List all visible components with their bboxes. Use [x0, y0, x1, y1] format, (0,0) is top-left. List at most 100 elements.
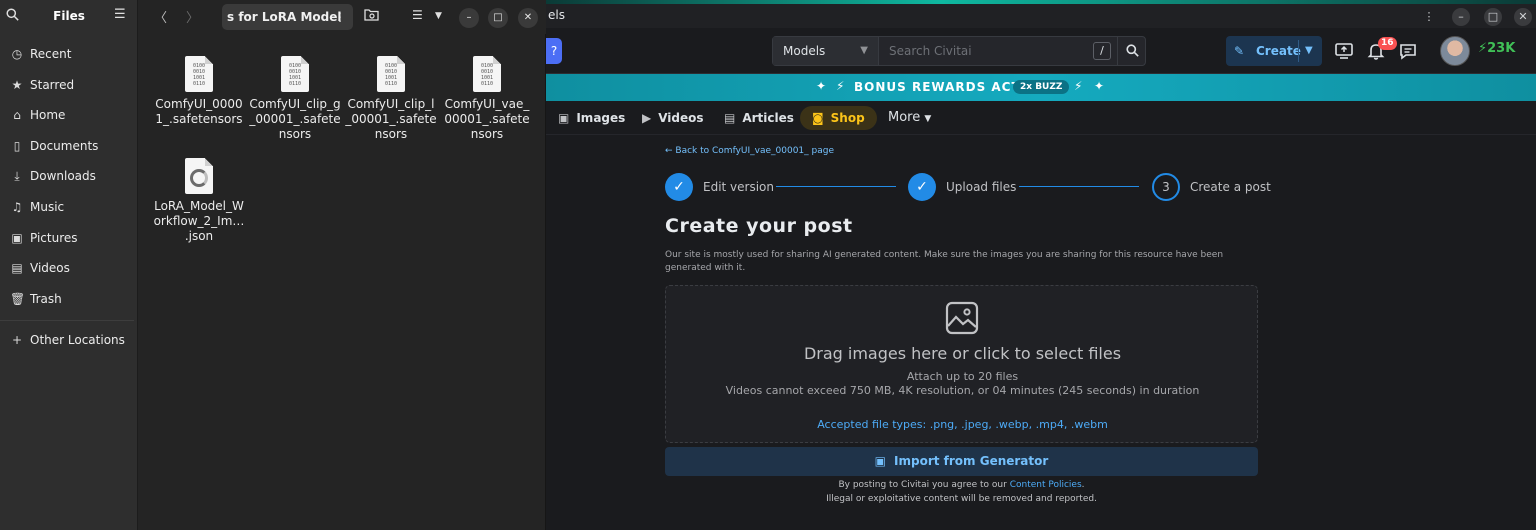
current-folder-name: s for LoRA Model: [227, 10, 342, 24]
sidebar-item-recent[interactable]: ◷ Recent: [0, 41, 138, 67]
music-icon: ♫: [11, 200, 23, 214]
content-policies-link[interactable]: Content Policies: [1010, 480, 1082, 490]
bonus-rewards-banner[interactable]: ✦ ⚡ BONUS REWARDS ACTIVE 2x BUZZ ⚡ ✦: [546, 74, 1536, 101]
sidebar-item-label: Other Locations: [30, 333, 125, 347]
import-from-generator-button[interactable]: ▣ Import from Generator: [665, 447, 1258, 476]
files-sidebar: Files ☰ ◷ Recent ★ Starred ⌂ Home ▯ Document…: [0, 0, 138, 530]
folder-menu-icon[interactable]: ⋮: [334, 4, 346, 30]
kebab-menu-icon[interactable]: ⋮: [1420, 8, 1438, 26]
sidebar-item-documents[interactable]: ▯ Documents: [0, 133, 138, 159]
sidebar-item-pictures[interactable]: ▣ Pictures: [0, 225, 138, 251]
plus-icon: +: [11, 333, 23, 347]
path-bar[interactable]: s for LoRA Model ⋮: [222, 4, 353, 30]
desktop: els ⋮ – □ ✕ ? Models ▼ / ✎ Create: [0, 0, 1536, 530]
sidebar-divider: [0, 320, 134, 321]
minimize-icon[interactable]: –: [1452, 8, 1470, 26]
browser-titlebar[interactable]: els ⋮ – □ ✕: [546, 4, 1536, 28]
sidebar-item-label: Music: [30, 200, 65, 214]
picture-icon: ▣: [11, 231, 23, 245]
sparkle-icon: ✦: [816, 79, 827, 93]
photo-upload-icon: [945, 301, 979, 335]
new-folder-icon[interactable]: [364, 8, 379, 24]
files-headerbar: 〈 〉 s for LoRA Model ⋮ ☰ ▼ – □ ✕: [138, 0, 546, 34]
sparkle-icon: ✦: [1094, 79, 1105, 93]
main-navigation: ▣ Images ▶ Videos ▤ Articles ◙ Shop More ▼: [546, 101, 1536, 135]
search-type-select[interactable]: Models ▼: [773, 37, 879, 65]
binary-file-icon: 0100 0010 1001 0110: [377, 56, 405, 92]
file-name: ComfyUI_clip_g_00001_.safetensors: [249, 97, 341, 141]
shopping-bag-icon: ◙: [812, 111, 824, 125]
back-to-model-link[interactable]: ← Back to ComfyUI_vae_00001_ page: [665, 146, 834, 156]
create-post-page: ← Back to ComfyUI_vae_00001_ page ✓ Edit…: [546, 136, 1536, 530]
search-type-label: Models: [783, 44, 826, 58]
chat-icon[interactable]: [1398, 41, 1418, 61]
sidebar-item-label: Documents: [30, 139, 99, 153]
binary-file-icon: 0100 0010 1001 0110: [473, 56, 501, 92]
browser-window: els ⋮ – □ ✕ ? Models ▼ / ✎ Create: [546, 0, 1536, 530]
file-name: ComfyUI_vae_00001_.safetensors: [444, 97, 530, 141]
step-number: 3: [1152, 173, 1180, 201]
step-connector: [776, 186, 896, 187]
search-bar: Models ▼ /: [772, 36, 1146, 66]
step-connector: [1019, 186, 1139, 187]
civitai-header: ? Models ▼ / ✎ Create ▼: [546, 28, 1536, 74]
sidebar-item-label: Recent: [30, 47, 72, 61]
buzz-multiplier-badge: 2x BUZZ: [1013, 80, 1070, 94]
user-avatar[interactable]: [1440, 36, 1470, 66]
terms-suffix: .: [1081, 480, 1085, 490]
article-icon: ▤: [724, 111, 736, 125]
view-options-chevron-icon[interactable]: ▼: [435, 11, 442, 21]
nav-videos[interactable]: ▶ Videos: [642, 101, 704, 135]
file-name: LoRA_Model_Workflow_2_Im… .json: [153, 199, 245, 243]
nav-more-label: More: [888, 110, 921, 125]
buzz-balance[interactable]: ⚡23K: [1478, 41, 1515, 56]
sidebar-item-label: Videos: [30, 261, 70, 275]
close-icon[interactable]: ✕: [1514, 8, 1532, 26]
sidebar-item-label: Home: [30, 108, 66, 122]
maximize-icon[interactable]: □: [488, 8, 508, 28]
search-shortcut-hint: /: [1093, 42, 1111, 60]
sidebar-item-trash[interactable]: 🗑 Trash: [0, 286, 138, 312]
nav-shop[interactable]: ◙ Shop: [800, 106, 877, 130]
sidebar-item-starred[interactable]: ★ Starred: [0, 72, 138, 98]
close-icon[interactable]: ✕: [518, 8, 538, 28]
sidebar-item-downloads[interactable]: ⤓ Downloads: [0, 163, 138, 189]
nav-articles-label: Articles: [742, 111, 794, 125]
minimize-icon[interactable]: –: [459, 8, 479, 28]
post-description: Our site is mostly used for sharing AI g…: [665, 250, 1224, 273]
nav-more[interactable]: More ▼: [888, 101, 931, 135]
terms-notice: By posting to Civitai you agree to our C…: [665, 480, 1258, 490]
check-icon: ✓: [908, 173, 936, 201]
image-icon: ▣: [874, 454, 887, 468]
forward-arrow-icon[interactable]: 〉: [186, 7, 199, 26]
lightning-icon: ⚡: [1478, 41, 1488, 56]
step-label: Edit version: [703, 180, 775, 194]
create-dropdown-chevron[interactable]: ▼: [1298, 40, 1313, 62]
sidebar-item-music[interactable]: ♫ Music: [0, 194, 138, 220]
nav-images[interactable]: ▣ Images: [558, 101, 625, 135]
maximize-icon[interactable]: □: [1484, 8, 1502, 26]
browser-window-title: els: [548, 8, 565, 22]
notification-count-badge: 16: [1378, 37, 1397, 50]
nav-articles[interactable]: ▤ Articles: [724, 101, 794, 135]
create-button[interactable]: ✎ Create ▼: [1226, 36, 1322, 66]
json-file-icon: [185, 158, 213, 194]
search-button[interactable]: [1117, 37, 1147, 65]
image-dropzone[interactable]: Drag images here or click to select file…: [665, 285, 1258, 443]
clock-icon: ◷: [11, 47, 23, 61]
sidebar-item-home[interactable]: ⌂ Home: [0, 102, 138, 128]
list-view-icon[interactable]: ☰: [412, 8, 423, 22]
search-input[interactable]: [879, 37, 1099, 65]
nav-shop-label: Shop: [830, 111, 865, 125]
sidebar-item-other-locations[interactable]: + Other Locations: [0, 327, 138, 353]
sidebar-item-videos[interactable]: ▤ Videos: [0, 255, 138, 281]
terms-prefix: By posting to Civitai you agree to our: [838, 480, 1007, 490]
document-icon: ▯: [13, 139, 21, 153]
hamburger-menu-icon[interactable]: ☰: [114, 7, 126, 22]
trash-icon: 🗑: [10, 292, 26, 306]
import-button-label: Import from Generator: [894, 454, 1049, 468]
monitor-upload-icon[interactable]: [1334, 41, 1354, 61]
civitai-logo[interactable]: ?: [546, 38, 562, 64]
back-arrow-icon[interactable]: 〈: [154, 7, 167, 26]
image-icon: ▣: [558, 111, 570, 125]
